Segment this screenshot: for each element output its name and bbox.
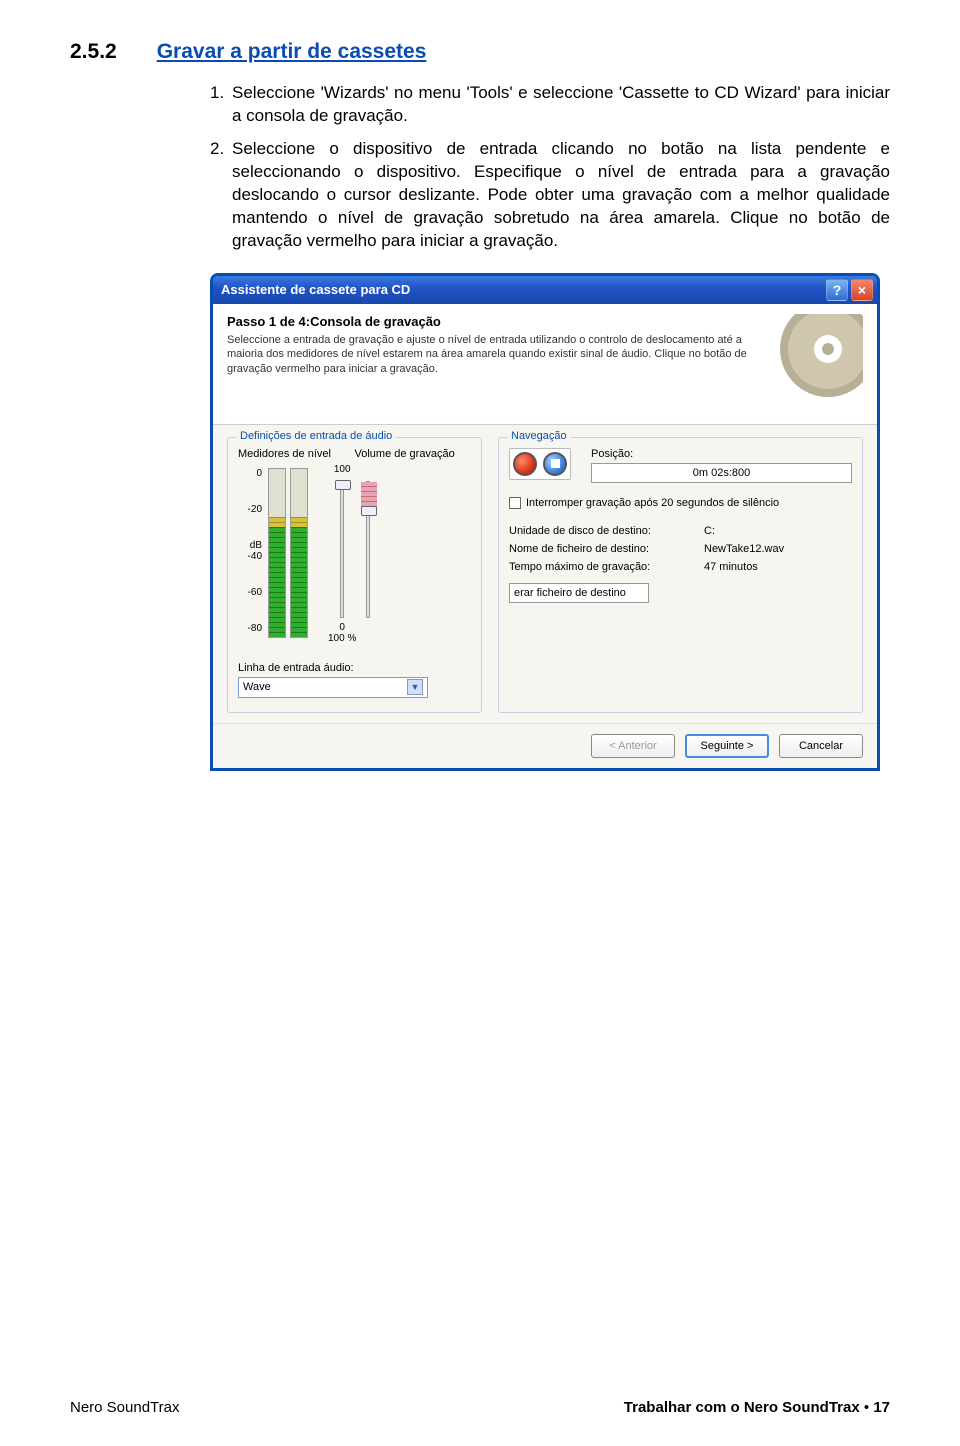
col-volume: Volume de gravação [355, 448, 472, 460]
window-title: Assistente de cassete para CD [221, 282, 410, 297]
audio-line-value: Wave [243, 681, 407, 693]
col-meters: Medidores de nível [238, 448, 355, 460]
silence-label: Interromper gravação após 20 segundos de… [526, 497, 779, 509]
close-button[interactable]: × [851, 279, 873, 301]
level-meter-left [268, 468, 286, 638]
slider-top-label: 100 [334, 464, 351, 475]
banner: Passo 1 de 4:Consola de gravação Selecci… [213, 304, 877, 425]
titlebar: Assistente de cassete para CD ? × [213, 276, 877, 304]
position-label: Posição: [591, 448, 852, 460]
db-scale: 0 -20 dB -40 -60 -80 [238, 464, 262, 634]
chevron-down-icon[interactable]: ▼ [407, 679, 423, 695]
back-button: < Anterior [591, 734, 675, 758]
left-legend: Definições de entrada de áudio [236, 430, 396, 442]
kv1-v: NewTake12.wav [704, 543, 784, 555]
dest-file-input[interactable]: erar ficheiro de destino [509, 583, 649, 603]
audio-line-dropdown[interactable]: Wave ▼ [238, 677, 428, 698]
volume-slider-2[interactable] [366, 481, 370, 618]
kv0-v: C: [704, 525, 715, 537]
volume-slider[interactable] [340, 481, 344, 618]
kv2-v: 47 minutos [704, 561, 758, 573]
section-title: Gravar a partir de cassetes [157, 40, 427, 64]
slider-bot-label: 0 [339, 622, 345, 633]
record-button[interactable] [513, 452, 537, 476]
navigation-settings: Navegação Posição: 0m 02s:800 [498, 437, 863, 713]
paragraph-1: Seleccione 'Wizards' no menu 'Tools' e s… [232, 82, 890, 128]
kv2-k: Tempo máximo de gravação: [509, 561, 704, 573]
kv1-k: Nome de ficheiro de destino: [509, 543, 704, 555]
footer-right: Trabalhar com o Nero SoundTrax • 17 [624, 1399, 890, 1416]
paragraph-2: Seleccione o dispositivo de entrada clic… [232, 138, 890, 253]
cd-icon [763, 314, 863, 414]
right-legend: Navegação [507, 430, 571, 442]
slider-thumb-2[interactable] [361, 506, 377, 516]
wizard-dialog: Assistente de cassete para CD ? × Passo … [210, 273, 880, 771]
stop-button[interactable] [543, 452, 567, 476]
section-number: 2.5.2 [70, 40, 117, 64]
step-description: Seleccione a entrada de gravação e ajust… [227, 333, 753, 378]
next-button[interactable]: Seguinte > [685, 734, 769, 758]
cancel-button[interactable]: Cancelar [779, 734, 863, 758]
kv0-k: Unidade de disco de destino: [509, 525, 704, 537]
slider-percent: 100 % [328, 633, 356, 644]
audio-line-label: Linha de entrada áudio: [238, 662, 471, 674]
list-number-2: 2. [210, 138, 232, 253]
list-number-1: 1. [210, 82, 232, 128]
help-button[interactable]: ? [826, 279, 848, 301]
audio-input-settings: Definições de entrada de áudio Medidores… [227, 437, 482, 713]
footer-left: Nero SoundTrax [70, 1399, 180, 1416]
level-meter-right [290, 468, 308, 638]
slider-thumb[interactable] [335, 480, 351, 490]
step-title: Passo 1 de 4:Consola de gravação [227, 314, 753, 329]
silence-checkbox[interactable] [509, 497, 521, 509]
position-value: 0m 02s:800 [591, 463, 852, 483]
